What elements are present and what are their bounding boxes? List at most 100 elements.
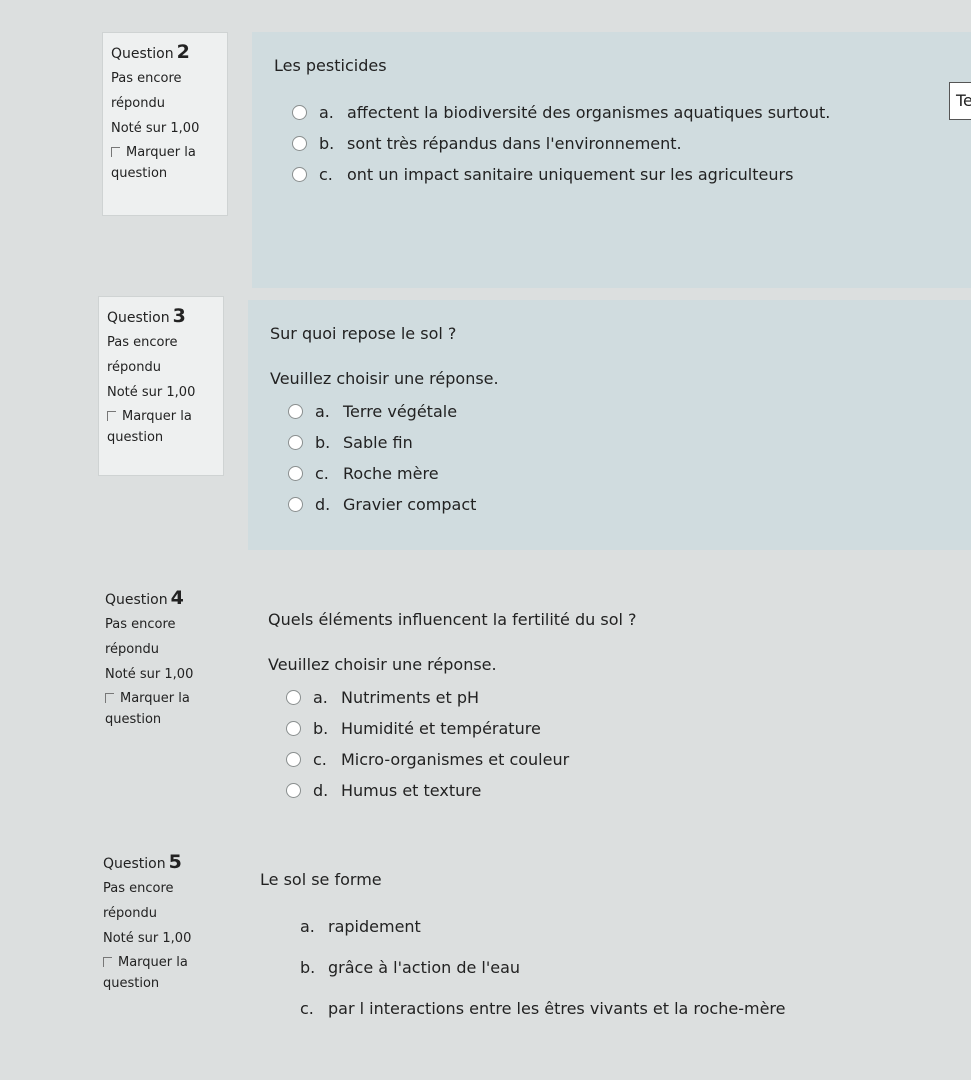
question-score: Noté sur 1,00 (107, 385, 196, 401)
flag-question-link[interactable]: Marquer la question (105, 689, 215, 729)
answer-letter: b. (319, 134, 335, 153)
answer-option-b[interactable]: b. sont très répandus dans l'environnemen… (292, 134, 949, 153)
question-label: Question (103, 856, 166, 872)
answer-option-d[interactable]: d. Gravier compact (288, 495, 949, 514)
answer-text: par l interactions entre les êtres vivan… (328, 999, 786, 1018)
flag-question-link[interactable]: Marquer la question (107, 407, 217, 447)
radio-icon[interactable] (292, 136, 307, 151)
question-info-panel: Question 2 Pas encore répondu Noté sur 1,0… (102, 32, 228, 216)
status-line-2: répondu (111, 96, 165, 112)
answer-letter: c. (300, 999, 314, 1018)
answer-option-a[interactable]: a. Terre végétale (288, 402, 949, 421)
answer-option-a[interactable]: a. Nutriments et pH (286, 688, 949, 707)
status-line-2: répondu (103, 906, 157, 922)
question-text: Les pesticides (274, 56, 387, 75)
radio-icon[interactable] (288, 435, 303, 450)
question-text: Sur quoi repose le sol ? (270, 324, 457, 343)
answer-option-a[interactable]: a. rapidement (300, 917, 949, 936)
status-line-1: Pas encore (105, 617, 176, 632)
answer-text: Humidité et température (341, 719, 541, 738)
radio-icon[interactable] (286, 690, 301, 705)
answer-text: Gravier compact (343, 495, 477, 514)
answer-option-a[interactable]: a. affectent la biodiversité des organism… (292, 103, 949, 122)
question-content: Les pesticides a. affectent la biodiversi… (252, 32, 971, 288)
question-title: Question 5 (103, 851, 213, 873)
side-panel-button[interactable]: Te (949, 82, 971, 120)
question-score: Noté sur 1,00 (105, 667, 194, 683)
flag-label-1: Marquer la (118, 955, 188, 971)
status-line-1: Pas encore (111, 71, 182, 86)
answer-letter: b. (313, 719, 329, 738)
status-line-2: répondu (105, 642, 159, 658)
question-number: 3 (172, 305, 186, 327)
answer-text: rapidement (328, 917, 421, 936)
answer-option-c[interactable]: c. Roche mère (288, 464, 949, 483)
answer-letter: a. (315, 402, 330, 421)
question-5: Question 5 Pas encore répondu Noté sur 1,0… (0, 0, 971, 1018)
answer-list: a. Terre végétale b. Sable fin c. Roche mèr… (288, 402, 949, 514)
answer-prompt: Veuillez choisir une réponse. (270, 369, 499, 388)
answer-letter: a. (300, 917, 315, 936)
radio-icon[interactable] (286, 721, 301, 736)
question-info-panel: Question 5 Pas encore répondu Noté sur 1,0… (94, 842, 220, 1002)
flag-icon (105, 693, 114, 704)
question-status: Pas encore répondu (103, 879, 213, 924)
answer-letter: c. (315, 464, 329, 483)
question-content: Le sol se forme a. rapidement b. grâce à l… (238, 846, 971, 1046)
answer-text: grâce à l'action de l'eau (328, 958, 521, 977)
answer-text: Micro-organismes et couleur (341, 750, 570, 769)
answer-option-c[interactable]: c. par l interactions entre les êtres viv… (300, 999, 949, 1018)
flag-label-2: question (107, 429, 164, 445)
question-text: Quels éléments influencent la fertilité … (268, 610, 637, 629)
answer-option-d[interactable]: d. Humus et texture (286, 781, 949, 800)
question-info-panel: Question 3 Pas encore répondu Noté sur 1,0… (98, 296, 224, 476)
flag-icon (107, 411, 116, 422)
question-title: Question 3 (107, 305, 217, 327)
answer-letter: a. (319, 103, 334, 122)
answer-text: Sable fin (343, 433, 413, 452)
radio-icon[interactable] (288, 404, 303, 419)
answer-option-c[interactable]: c. ont un impact sanitaire uniquement sur… (292, 165, 949, 184)
flag-label-2: question (105, 711, 162, 727)
question-label: Question (105, 592, 168, 608)
answer-option-b[interactable]: b. Humidité et température (286, 719, 949, 738)
flag-icon (103, 957, 112, 968)
answer-letter: b. (315, 433, 331, 452)
question-title: Question 2 (111, 41, 221, 63)
answer-text: Terre végétale (343, 402, 458, 421)
question-number: 5 (168, 851, 182, 873)
flag-question-link[interactable]: Marquer la question (111, 143, 221, 183)
radio-icon[interactable] (292, 105, 307, 120)
flag-label-1: Marquer la (122, 409, 192, 425)
flag-label-1: Marquer la (120, 691, 190, 707)
radio-icon[interactable] (288, 497, 303, 512)
question-title: Question 4 (105, 587, 215, 609)
answer-letter: d. (315, 495, 331, 514)
flag-label-1: Marquer la (126, 145, 196, 161)
question-2: Question 2 Pas encore répondu Noté sur 1,0… (0, 0, 971, 290)
flag-icon (111, 147, 120, 158)
answer-text: Nutriments et pH (341, 688, 480, 707)
radio-icon[interactable] (288, 466, 303, 481)
radio-icon[interactable] (286, 752, 301, 767)
flag-question-link[interactable]: Marquer la question (103, 953, 213, 993)
question-status: Pas encore répondu (111, 69, 221, 114)
question-info-panel: Question 4 Pas encore répondu Noté sur 1,0… (96, 578, 222, 748)
answer-option-b[interactable]: b. grâce à l'action de l'eau (300, 958, 949, 977)
answer-option-b[interactable]: b. Sable fin (288, 433, 949, 452)
answer-letter: b. (300, 958, 316, 977)
question-content: Sur quoi repose le sol ? Veuillez choisi… (248, 300, 971, 550)
answer-letter: c. (319, 165, 333, 184)
answer-text: ont un impact sanitaire uniquement sur l… (347, 165, 794, 184)
question-status: Pas encore répondu (107, 333, 217, 378)
answer-prompt: Veuillez choisir une réponse. (268, 655, 497, 674)
answer-option-c[interactable]: c. Micro-organismes et couleur (286, 750, 949, 769)
answer-list: a. Nutriments et pH b. Humidité et tempéra… (286, 688, 949, 800)
radio-icon[interactable] (292, 167, 307, 182)
radio-icon[interactable] (286, 783, 301, 798)
answer-text: Roche mère (343, 464, 439, 483)
question-status: Pas encore répondu (105, 615, 215, 660)
question-number: 4 (170, 587, 184, 609)
status-line-1: Pas encore (103, 881, 174, 896)
flag-label-2: question (103, 975, 160, 991)
